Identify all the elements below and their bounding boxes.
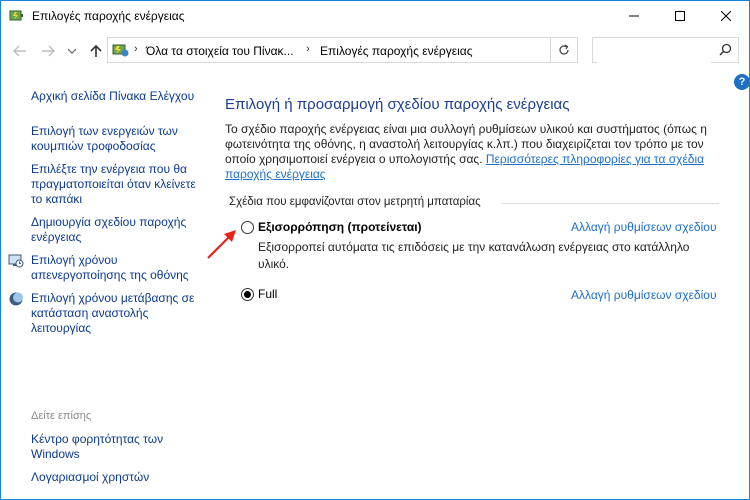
address-bar[interactable]: › Όλα τα στοιχεία του Πίνακ... › Επιλογέ…: [107, 37, 640, 63]
question-icon: ?: [738, 76, 746, 88]
sidebar-item-power-buttons[interactable]: Επιλογή των ενεργειών των κουμπιών τροφο…: [31, 124, 201, 154]
search-box[interactable]: [592, 37, 739, 63]
power-options-window: Επιλογές παροχής ενέργειας › Όλα τα στοι…: [0, 0, 750, 500]
chevron-right-icon: ›: [134, 43, 138, 55]
page-title: Επιλογή ή προσαρμογή σχεδίου παροχής ενέ…: [225, 96, 570, 113]
sidebar-item-lid-action[interactable]: Επιλέξτε την ενέργεια που θα πραγματοποι…: [31, 162, 201, 207]
maximize-button[interactable]: [657, 1, 703, 31]
plan-balanced-name[interactable]: Εξισορρόπηση (προτείνεται): [258, 220, 422, 234]
plan-full-name[interactable]: Full: [258, 287, 277, 301]
sidebar-item-sleep-timeout[interactable]: Επιλογή χρόνου μετάβασης σε κατάσταση αν…: [31, 291, 201, 336]
chevron-right-icon[interactable]: ›: [306, 43, 310, 55]
breadcrumb-power-options[interactable]: Επιλογές παροχής ενέργειας: [320, 44, 472, 58]
sidebar-item-create-plan[interactable]: Δημιουργία σχεδίου παροχής ενέργειας: [31, 215, 201, 245]
refresh-button[interactable]: [550, 37, 578, 63]
up-button[interactable]: [85, 41, 107, 61]
control-panel-icon: [112, 44, 129, 57]
chevron-down-icon: [68, 48, 76, 54]
close-button[interactable]: [703, 1, 749, 31]
see-also-user-accounts[interactable]: Λογαριασμοί χρηστών: [31, 470, 221, 485]
see-also-mobility-center[interactable]: Κέντρο φορητότητας των Windows: [31, 432, 201, 462]
arrow-left-icon: [13, 45, 26, 57]
section-heading: Σχέδια που εμφανίζονται στον μετρητή μπα…: [229, 196, 481, 208]
close-icon: [721, 11, 731, 21]
plan-balanced-change-settings-link[interactable]: Αλλαγή ρυθμίσεων σχεδίου: [571, 220, 717, 234]
minimize-icon: [629, 15, 639, 17]
see-also-heading: Δείτε επίσης: [31, 410, 92, 422]
arrow-right-icon: [42, 45, 55, 57]
title-bar[interactable]: Επιλογές παροχής ενέργειας: [1, 1, 749, 31]
refresh-icon: [558, 44, 569, 55]
arrow-up-icon: [90, 44, 102, 57]
sleep-moon-icon: [9, 292, 23, 306]
page-description: Το σχέδιο παροχής ενέργειας είναι μια συ…: [225, 122, 725, 182]
section-divider: [501, 203, 719, 204]
annotation-arrow-icon: [207, 230, 236, 259]
help-button[interactable]: ?: [734, 74, 749, 90]
power-options-icon: [9, 10, 23, 21]
sidebar-item-display-timeout[interactable]: Επιλογή χρόνου απενεργοποίησης της οθόνη…: [31, 253, 201, 283]
display-timer-icon: [8, 254, 24, 268]
maximize-icon: [675, 11, 685, 21]
search-icon: [719, 43, 732, 56]
sidebar-item-control-panel-home[interactable]: Αρχική σελίδα Πίνακα Ελέγχου: [31, 89, 221, 104]
back-button[interactable]: [9, 41, 31, 61]
window-title: Επιλογές παροχής ενέργειας: [32, 9, 185, 23]
plan-full-radio[interactable]: [241, 288, 254, 301]
plan-full-change-settings-link[interactable]: Αλλαγή ρυθμίσεων σχεδίου: [571, 288, 717, 302]
forward-button[interactable]: [37, 41, 59, 61]
breadcrumb-control-panel[interactable]: Όλα τα στοιχεία του Πίνακ...: [146, 44, 294, 58]
search-input[interactable]: [597, 39, 711, 63]
recent-locations-button[interactable]: [61, 41, 83, 61]
minimize-button[interactable]: [611, 1, 657, 31]
plan-balanced-radio[interactable]: [241, 221, 254, 234]
plan-balanced-description: Εξισορροπεί αυτόματα τις επιδόσεις με τη…: [258, 240, 690, 271]
